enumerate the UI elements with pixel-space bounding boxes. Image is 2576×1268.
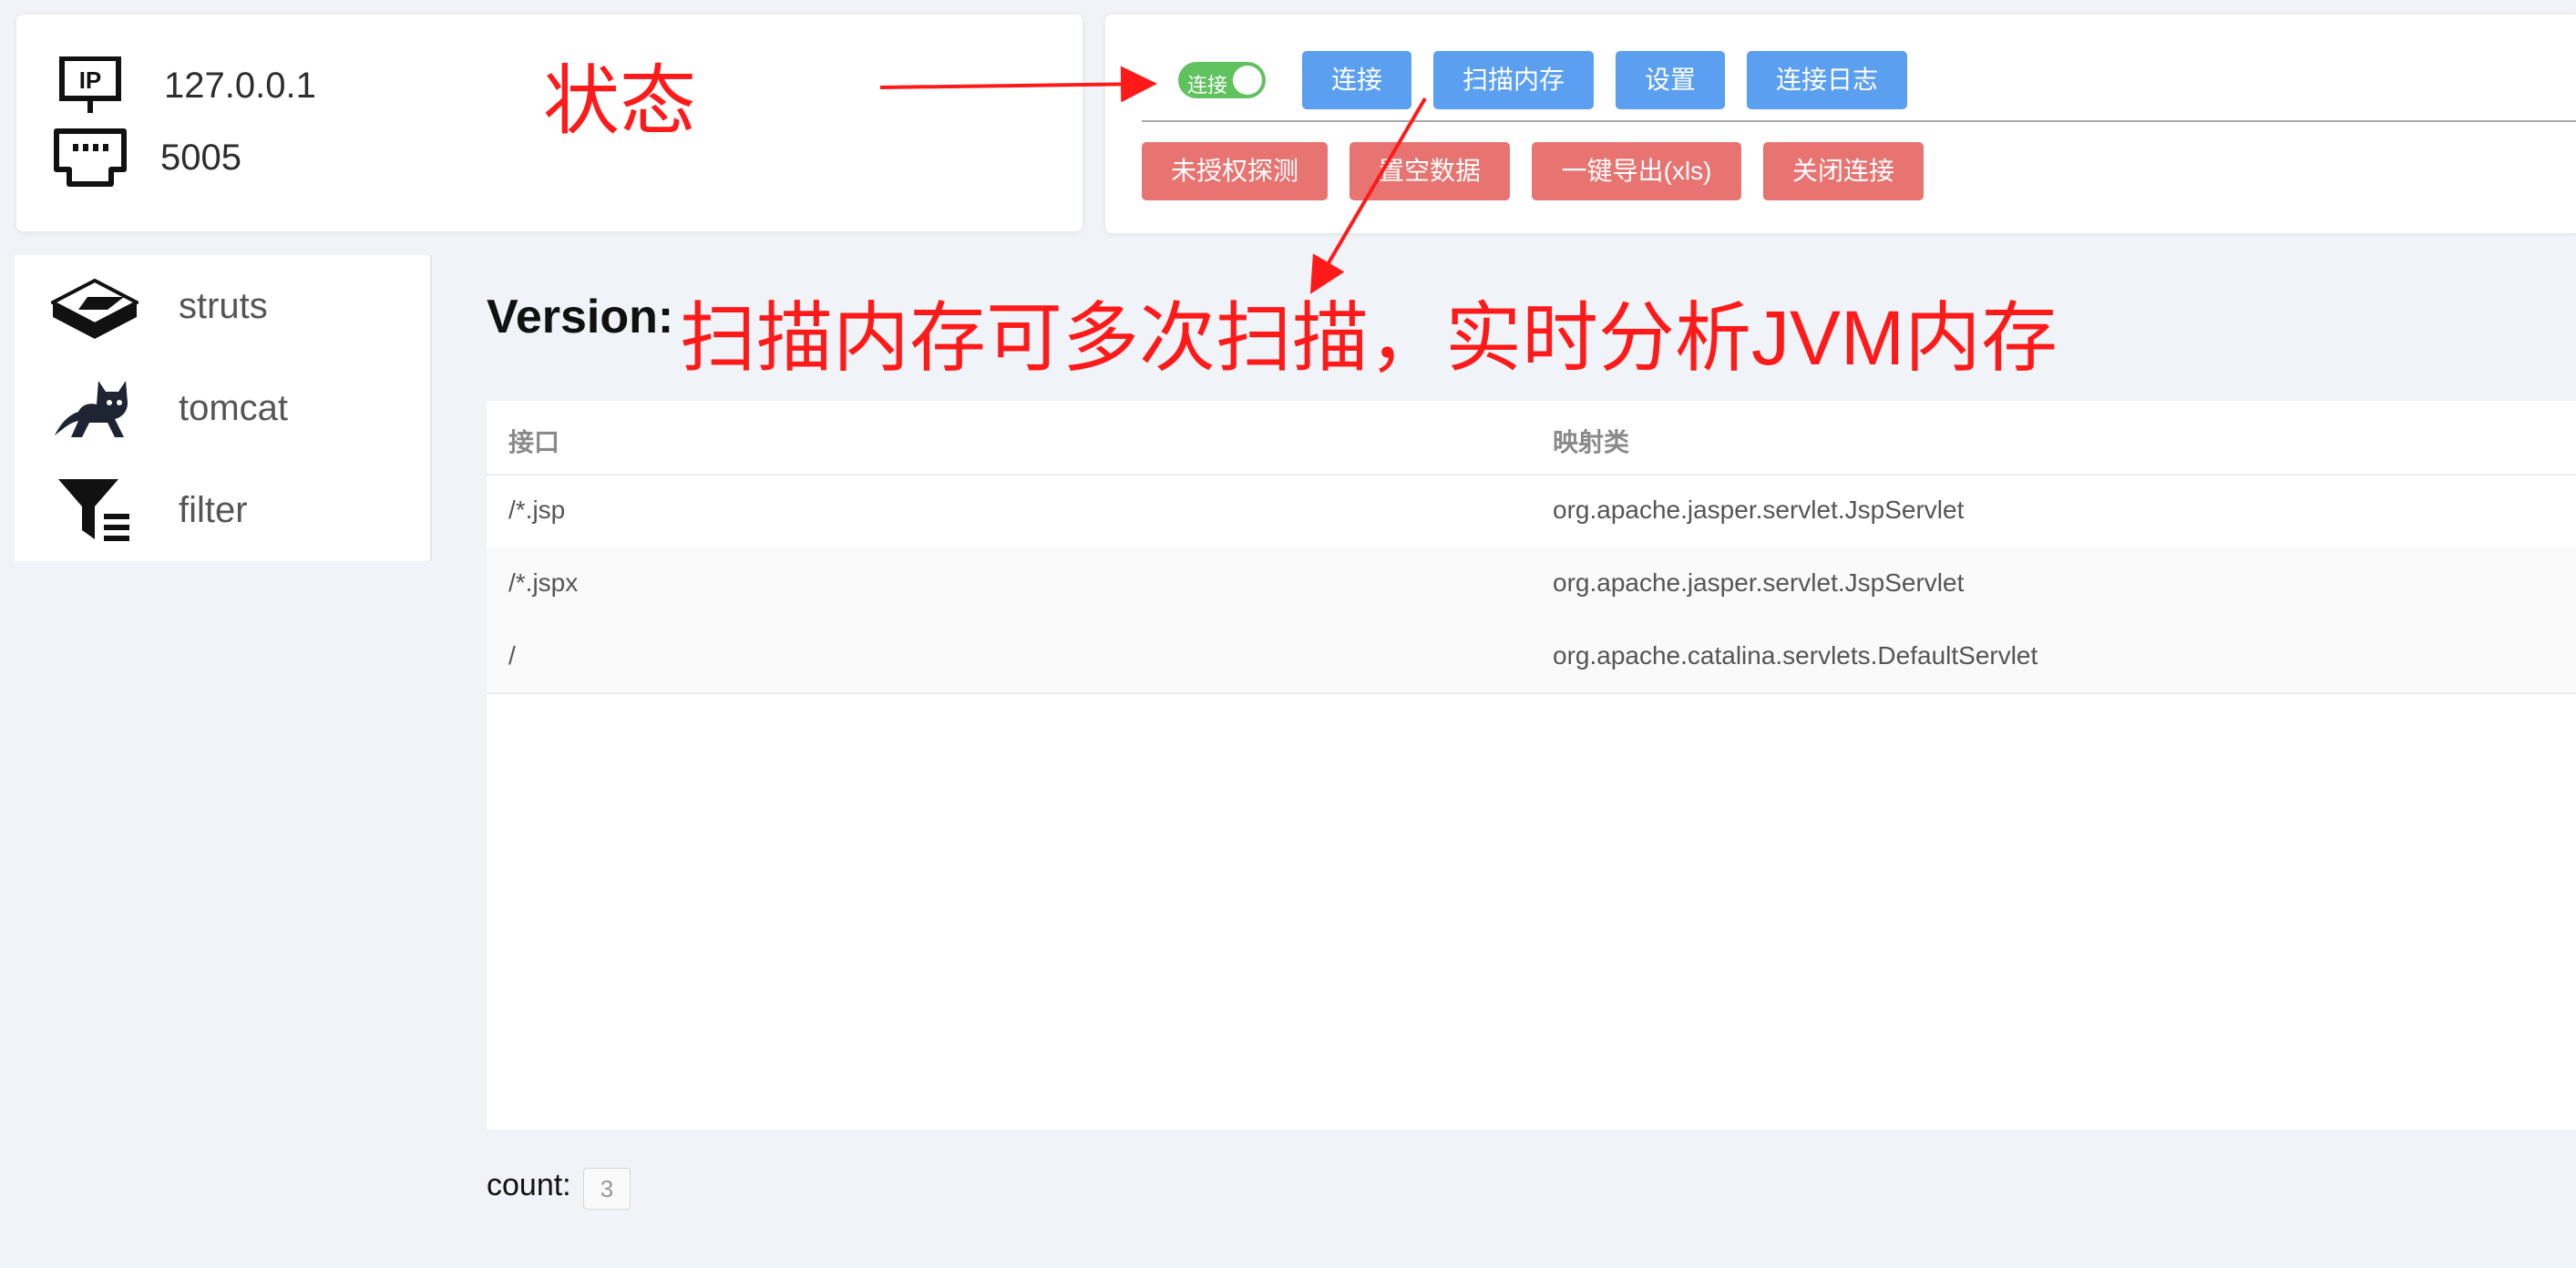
close-connection-button[interactable]: 关闭连接 [1763,142,1924,200]
control-card: 连接 连接 扫描内存 设置 连接日志 未授权探测 置空数据 一键导出(xls) … [1105,15,2576,233]
sidebar-item-label: tomcat [179,388,289,428]
interface-cell: /*.jspx [508,568,579,597]
sidebar-item-tomcat[interactable]: tomcat [15,357,430,459]
sidebar-item-label: filter [179,490,248,530]
scan-memory-button[interactable]: 扫描内存 [1433,51,1594,109]
tomcat-icon [51,372,139,445]
count-badge: 3 [583,1168,631,1210]
sidebar: struts tomcat filter [15,255,432,561]
settings-button[interactable]: 设置 [1616,51,1725,109]
interface-cell: /*.jsp [508,496,566,524]
port-row: 5005 [53,128,241,188]
sidebar-item-label: struts [179,286,268,326]
toggle-label: 连接 [1187,74,1228,97]
clear-data-button[interactable]: 置空数据 [1350,142,1510,200]
column-header-mapped-class: 映射类 [1553,428,1630,456]
table-header: 接口 映射类 [487,401,2576,476]
export-xls-button[interactable]: 一键导出(xls) [1532,142,1741,200]
table-row[interactable]: /*.jspx org.apache.jasper.servlet.JspSer… [487,547,2576,621]
table-row[interactable]: /*.jsp org.apache.jasper.servlet.JspServ… [487,474,2576,548]
sidebar-item-struts[interactable]: struts [15,255,430,357]
scan-annotation: 扫描内存可多次扫描，实时分析JVM内存 [680,295,2058,381]
svg-text:IP: IP [79,66,102,94]
mapping-table: 接口 映射类 /*.jsp org.apache.jasper.servlet.… [487,401,2576,1130]
version-title: Version: [487,291,674,343]
column-header-interface: 接口 [508,428,560,456]
divider [1142,120,2576,122]
port-value: 5005 [160,137,241,178]
sidebar-item-filter[interactable]: filter [15,459,430,561]
count-label: count: [487,1168,571,1202]
mapped-class-cell: org.apache.catalina.servlets.DefaultServ… [1553,641,2038,670]
mapped-class-cell: org.apache.jasper.servlet.JspServlet [1553,496,1965,524]
toggle-knob [1233,66,1262,95]
connect-button[interactable]: 连接 [1302,51,1411,109]
ip-row: IP 127.0.0.1 [58,56,316,115]
connection-toggle[interactable]: 连接 [1178,62,1266,98]
ip-icon: IP [58,56,122,115]
filter-icon [51,474,139,547]
mapped-class-cell: org.apache.jasper.servlet.JspServlet [1553,568,1965,597]
connection-log-button[interactable]: 连接日志 [1747,51,1907,109]
struts-icon [48,270,141,343]
status-annotation: 状态 [543,58,697,144]
ip-value: 127.0.0.1 [164,65,316,106]
ethernet-port-icon [53,128,128,188]
unauthorized-probe-button[interactable]: 未授权探测 [1142,142,1328,200]
table-row[interactable]: / org.apache.catalina.servlets.DefaultSe… [487,619,2576,694]
interface-cell: / [508,641,516,670]
